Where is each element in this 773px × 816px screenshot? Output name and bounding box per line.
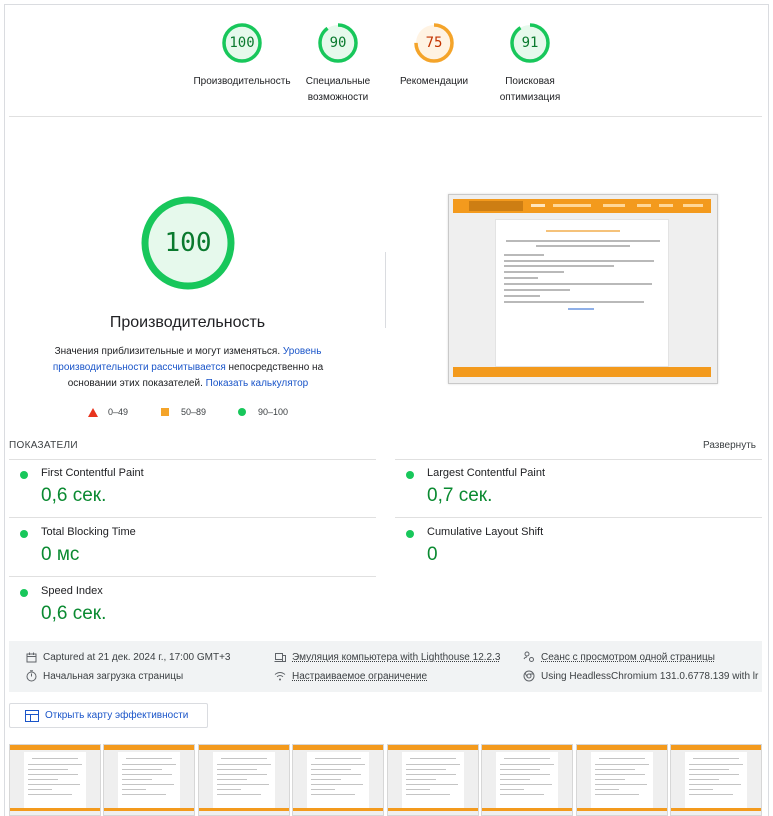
metric-name: First Contentful Paint [41, 467, 144, 479]
final-screenshot[interactable] [448, 194, 718, 384]
browser-info: Using HeadlessChromium 131.0.6778.139 wi… [523, 670, 758, 682]
gauge-label: Специальные возможности [305, 76, 371, 103]
circle-icon [238, 408, 246, 416]
people-icon [523, 651, 535, 663]
site-nav [683, 204, 703, 207]
gauge-seo[interactable]: 91 Поисковая оптимизация [475, 22, 585, 106]
treemap-icon [25, 709, 39, 722]
gauge-performance[interactable]: 100 Производительность [187, 22, 297, 90]
runtime-settings: Captured at 21 дек. 2024 г., 17:00 GMT+3… [9, 641, 762, 692]
screenshot-page [495, 219, 669, 367]
chrome-icon [523, 670, 535, 682]
captured-at: Captured at 21 дек. 2024 г., 17:00 GMT+3 [25, 651, 230, 663]
legend-good: 90–100 [238, 407, 288, 417]
gauge-score: 75 [425, 35, 443, 51]
good-circle-icon [406, 471, 414, 479]
desc-text: Значения приблизительные и могут изменят… [54, 346, 283, 357]
gauge-ring: 100 [221, 22, 263, 64]
gauge-accessibility[interactable]: 90 Специальные возможности [283, 22, 393, 106]
filmstrip-frame [9, 744, 101, 816]
gauge-ring: 75 [413, 22, 455, 64]
legend-label: 90–100 [258, 407, 289, 417]
legend-label: 0–49 [108, 407, 129, 417]
emulation-text: Эмуляция компьютера with Lighthouse 12.2… [292, 651, 501, 663]
captured-text: Captured at 21 дек. 2024 г., 17:00 GMT+3 [43, 651, 231, 663]
divider [9, 459, 376, 460]
performance-score: 100 [164, 228, 212, 258]
performance-description: Значения приблизительные и могут изменят… [28, 344, 348, 392]
metrics-heading: ПОКАЗАТЕЛИ [9, 440, 78, 451]
gauge-score: 100 [229, 35, 255, 51]
gauge-ring: 91 [509, 22, 551, 64]
triangle-icon [88, 407, 98, 417]
filmstrip-frame [197, 744, 290, 816]
gauge-label: Производительность [193, 76, 291, 87]
good-circle-icon [406, 530, 414, 538]
metric-name: Speed Index [41, 585, 103, 597]
metric-name: Largest Contentful Paint [427, 467, 546, 479]
calculator-link[interactable]: Показать калькулятор [206, 378, 309, 389]
throttling-info[interactable]: Настраиваемое ограничение [274, 670, 427, 682]
browser-text: Using HeadlessChromium 131.0.6778.139 wi… [541, 670, 759, 682]
vertical-divider [385, 252, 386, 328]
divider [9, 576, 376, 577]
filmstrip-frame [292, 744, 385, 816]
category-gauges: 100 Производительность 90 Специальные во… [0, 22, 773, 106]
gauge-best-practices[interactable]: 75 Рекомендации [379, 22, 489, 90]
good-circle-icon [20, 589, 28, 597]
site-nav [603, 204, 625, 207]
timer-icon [25, 670, 37, 682]
filmstrip-frame [386, 744, 479, 816]
gauge-label: Рекомендации [399, 76, 469, 87]
metric-value: 0 [427, 544, 438, 565]
square-icon [161, 408, 169, 416]
throttling-text: Настраиваемое ограничение [292, 670, 428, 682]
open-treemap-button[interactable]: Открыть карту эффективности [9, 703, 208, 728]
metric-value: 0,7 сек. [427, 485, 493, 506]
metric-name: Cumulative Layout Shift [427, 526, 544, 538]
laptop-icon [274, 651, 286, 663]
filmstrip-frame [670, 744, 762, 816]
divider [395, 459, 762, 460]
divider [9, 116, 762, 117]
gauge-score: 91 [521, 35, 539, 51]
calendar-icon [25, 651, 37, 663]
site-nav [531, 204, 545, 207]
session-text: Сеанс с просмотром одной страницы [541, 651, 715, 663]
gauge-ring: 100 [140, 195, 236, 291]
gauge-score: 90 [329, 35, 347, 51]
divider [395, 517, 762, 518]
session-info[interactable]: Сеанс с просмотром одной страницы [523, 651, 715, 663]
filmstrip-frame [103, 744, 196, 816]
initial-load-text: Начальная загрузка страницы [43, 670, 184, 682]
legend-label: 50–89 [181, 407, 207, 417]
expand-metrics-button[interactable]: Развернуть [703, 440, 756, 451]
wifi-icon [274, 670, 286, 682]
divider [9, 517, 376, 518]
treemap-button-label: Открыть карту эффективности [45, 710, 189, 721]
metric-name: Total Blocking Time [41, 526, 136, 538]
gauge-ring: 90 [317, 22, 359, 64]
filmstrip-frame [575, 744, 668, 816]
performance-title: Производительность [109, 314, 266, 331]
performance-gauge-large: 100 [100, 195, 276, 291]
gauge-label: Поисковая оптимизация [499, 76, 561, 103]
filmstrip [9, 744, 762, 816]
initial-load-info: Начальная загрузка страницы [25, 670, 183, 682]
good-circle-icon [20, 471, 28, 479]
metric-value: 0,6 сек. [41, 485, 107, 506]
screenshot-footer [453, 367, 711, 377]
metric-value: 0 мс [41, 544, 80, 565]
site-nav [553, 204, 591, 207]
legend-average: 50–89 [161, 407, 206, 417]
legend-poor: 0–49 [88, 407, 128, 417]
emulation-info[interactable]: Эмуляция компьютера with Lighthouse 12.2… [274, 651, 500, 663]
site-logo [469, 201, 523, 211]
metric-value: 0,6 сек. [41, 603, 107, 624]
site-nav [659, 204, 673, 207]
good-circle-icon [20, 530, 28, 538]
filmstrip-frame [481, 744, 574, 816]
screenshot-header [453, 199, 711, 213]
site-nav [637, 204, 651, 207]
